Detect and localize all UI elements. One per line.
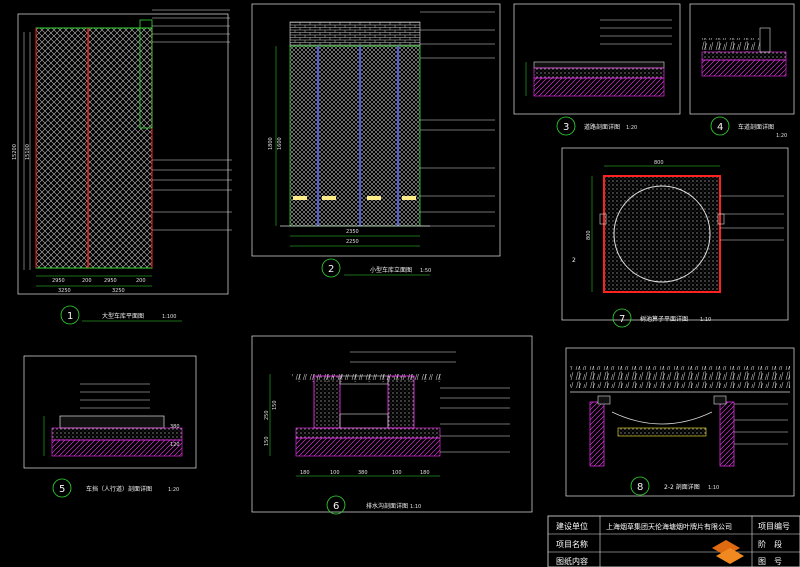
view-7-width: 800 [654,160,664,166]
view-5-dim: 380 [170,424,180,430]
view-2-title: 小型车库立面图 [370,266,412,274]
view-6-scale: 1:10 [410,504,421,510]
view-7-scale: 1:10 [700,317,711,323]
view-1-scale: 1:100 [162,314,176,320]
view-7-title: 树池箅子平面详图 [640,315,688,323]
view-6-dim: 100 [392,470,402,476]
view-5-scale: 1:20 [168,487,179,493]
title-block-client-name: 上海烟草集团天伦海塘烟叶牌片有限公司 [606,522,732,531]
view-2-scale: 1:50 [420,268,431,274]
view-7-number: 7 [619,314,625,325]
view-3-number: 3 [563,122,569,133]
view-4-lane-section: 4 车道剖面详图 1:20 [689,3,795,139]
view-1-dim: 2950 [52,278,65,284]
view-5-number: 5 [59,484,65,495]
view-6-number: 6 [333,501,339,512]
view-6-dim: 180 [300,470,310,476]
view-1-dim: 2950 [104,278,117,284]
title-block-label-project-name: 项目名称 [556,539,588,549]
title-block-label-content: 图纸内容 [556,556,588,566]
view-8-scale: 1:10 [708,485,719,491]
view-2-height-a: 1800 [268,137,274,150]
view-5-curb-section: 380 120 5 车挡（人行道）剖面详图 1:20 [23,355,197,498]
view-1-number: 1 [67,311,73,322]
view-6-dim: 100 [330,470,340,476]
view-1-height-a: 15200 [12,144,18,160]
view-6-dim: 180 [420,470,430,476]
view-1-dim: 3250 [58,288,71,294]
title-block-label-phase: 阶 段 [758,539,782,549]
title-block: 建设单位 上海烟草集团天伦海塘烟叶牌片有限公司 项目编号 项目名称 阶 段 图纸… [547,515,800,567]
title-block-label-project-code: 项目编号 [758,521,790,531]
view-6-dim: 380 [358,470,368,476]
view-1-garage-plan: 15200 15100 2950 200 2950 200 3250 3250 … [12,9,232,325]
view-3-title: 道路剖面详图 [584,123,620,131]
view-4-title: 车道剖面详图 [738,123,774,131]
cad-drawing-canvas: 15200 15100 2950 200 2950 200 3250 3250 … [12,3,800,567]
view-1-height-b: 15100 [25,144,31,160]
view-2-height-b: 1600 [277,137,283,150]
view-2-dim: 2250 [346,239,359,245]
view-8-number: 8 [637,482,643,493]
view-6-height: 150 [272,400,278,410]
view-2-dim: 2350 [346,229,359,235]
view-6-title: 排水沟剖面详图 [366,502,408,510]
view-5-title: 车挡（人行道）剖面详图 [86,485,152,493]
view-6-drain-section: 250 150 150 180 100 380 100 180 6 排水沟剖面详… [251,335,533,515]
view-4-number: 4 [717,122,723,133]
view-5-dim: 120 [170,442,180,448]
view-2-garage-elevation: 2350 2250 1800 1600 2 小型车库立面图 1:50 [251,3,501,278]
view-1-dim: 200 [82,278,92,284]
title-block-label-client: 建设单位 [556,521,588,531]
title-block-label-drawing-no: 图 号 [758,557,782,566]
view-7-side-mark: 2 [572,257,576,264]
view-8-title: 2-2 剖面详图 [664,483,700,491]
view-4-scale: 1:20 [776,133,787,139]
view-2-number: 2 [328,264,334,275]
view-1-dim: 200 [136,278,146,284]
view-7-height: 800 [586,230,592,240]
view-6-height: 150 [264,436,270,446]
view-8-section-2-2: 8 2-2 剖面详图 1:10 [565,347,795,497]
view-1-dim: 3250 [112,288,125,294]
view-1-title: 大型车库平面图 [102,312,144,320]
view-7-tree-grate-plan: 800 800 2 7 树池箅子平面详图 1:10 [561,147,789,328]
view-3-scale: 1:20 [626,125,637,131]
view-3-road-section: 3 道路剖面详图 1:20 [513,3,681,136]
view-6-height: 250 [264,410,270,420]
